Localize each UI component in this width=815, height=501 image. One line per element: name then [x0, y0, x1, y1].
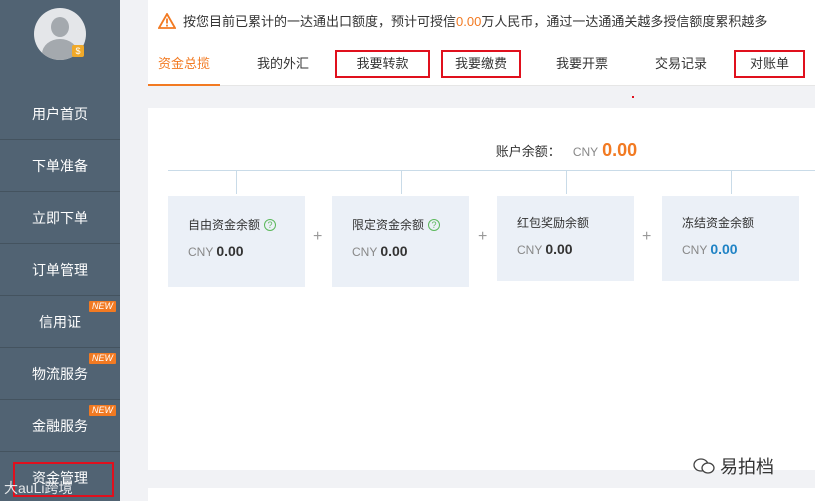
plus-sign: + [642, 228, 652, 245]
sidebar-item-order-prep[interactable]: 下单准备 [0, 141, 120, 192]
sidebar-item-label: 下单准备 [32, 158, 88, 174]
sidebar-item-label: 立即下单 [32, 210, 88, 226]
card-currency: CNY [352, 245, 378, 259]
restricted-funds-card: 限定资金余额? CNY 0.00 [332, 196, 469, 287]
watermark-right: 易拍档 [693, 453, 774, 479]
tree-connector-line [731, 170, 732, 194]
help-icon[interactable]: ? [264, 219, 277, 231]
marker-dot [632, 96, 634, 98]
avatar-head-shape [51, 17, 69, 37]
red-packet-card: 红包奖励余额 CNY 0.00 [497, 196, 634, 281]
card-title: 冻结资金余额 [682, 216, 755, 230]
balance-currency: CNY [572, 145, 599, 159]
card-title: 自由资金余额 [188, 218, 261, 232]
frozen-funds-card: 冻结资金余额 CNY 0.00 [662, 196, 799, 281]
credit-notice-bar: 按您目前已累计的一达通出口额度，预计可授信0.00万人民币，通过一达通通关越多授… [148, 0, 815, 44]
tree-connector-line [401, 170, 402, 194]
sidebar-item-finance[interactable]: 金融服务 NEW [0, 401, 120, 452]
card-value: 0.00 [380, 243, 408, 259]
new-badge: NEW [89, 405, 116, 416]
card-currency: CNY [517, 243, 543, 257]
help-icon[interactable]: ? [428, 219, 441, 231]
tab-fund-overview[interactable]: 资金总揽 [148, 44, 220, 86]
sidebar-item-label: 物流服务 [32, 366, 88, 382]
sidebar-item-label: 信用证 [39, 314, 81, 330]
account-balance: 账户余额： CNY 0.00 [148, 140, 815, 161]
card-value: 0.00 [216, 243, 244, 259]
sidebar-item-logistics[interactable]: 物流服务 NEW [0, 349, 120, 400]
fund-overview-panel: 账户余额： CNY 0.00 自由资金余额? CNY 0.00 + 限定资金余额? C… [148, 108, 815, 477]
card-currency: CNY [188, 245, 214, 259]
watermark-left: 大auLi跨境 [4, 480, 73, 496]
vip-badge-icon: $ [72, 45, 84, 57]
tab-pay-fees[interactable]: 我要缴费 [441, 50, 521, 78]
tab-statement[interactable]: 对账单 [734, 50, 805, 78]
main-content: 按您目前已累计的一达通出口额度，预计可授信0.00万人民币，通过一达通通关越多授… [148, 0, 815, 501]
balance-label: 账户余额： [495, 144, 561, 159]
new-badge: NEW [89, 353, 116, 364]
sidebar-item-letter-of-credit[interactable]: 信用证 NEW [0, 297, 120, 348]
card-value: 0.00 [710, 241, 738, 257]
balance-value: 0.00 [602, 140, 638, 160]
notice-suffix: 万人民币，通过一达通通关越多授信额度累积越多 [481, 14, 768, 29]
tab-invoice[interactable]: 我要开票 [543, 44, 621, 86]
sidebar-item-label: 金融服务 [32, 418, 88, 434]
tab-bar: 资金总揽 我的外汇 我要转款 我要缴费 我要开票 交易记录 对账单 [148, 44, 815, 86]
plus-sign: + [478, 228, 488, 245]
tab-my-forex[interactable]: 我的外汇 [244, 44, 322, 86]
tree-connector-line [168, 170, 815, 171]
tab-transaction-records[interactable]: 交易记录 [642, 44, 720, 86]
notice-prefix: 按您目前已累计的一达通出口额度，预计可授信 [183, 14, 457, 29]
sidebar-item-label: 用户首页 [32, 106, 88, 122]
sidebar-item-home[interactable]: 用户首页 [0, 89, 120, 140]
wechat-icon [693, 458, 715, 474]
warning-icon [158, 13, 176, 29]
card-title: 红包奖励余额 [517, 216, 590, 230]
free-funds-card: 自由资金余额? CNY 0.00 [168, 196, 305, 287]
sidebar-item-order-management[interactable]: 订单管理 [0, 245, 120, 296]
watermark-text: 易拍档 [720, 457, 775, 477]
tree-connector-line [236, 170, 237, 194]
plus-sign: + [313, 228, 323, 245]
bottom-panel-edge [148, 488, 815, 501]
sidebar-item-place-order[interactable]: 立即下单 [0, 193, 120, 244]
sidebar-item-label: 订单管理 [32, 262, 88, 278]
new-badge: NEW [89, 301, 116, 312]
card-value: 0.00 [545, 241, 573, 257]
card-currency: CNY [682, 243, 708, 257]
tree-connector-line [566, 170, 567, 194]
notice-amount: 0.00 [456, 14, 482, 29]
card-title: 限定资金余额 [352, 218, 425, 232]
tab-transfer[interactable]: 我要转款 [335, 50, 430, 78]
sidebar: $ 用户首页 下单准备 立即下单 订单管理 信用证 NEW 物流服务 NEW 金… [0, 0, 120, 501]
